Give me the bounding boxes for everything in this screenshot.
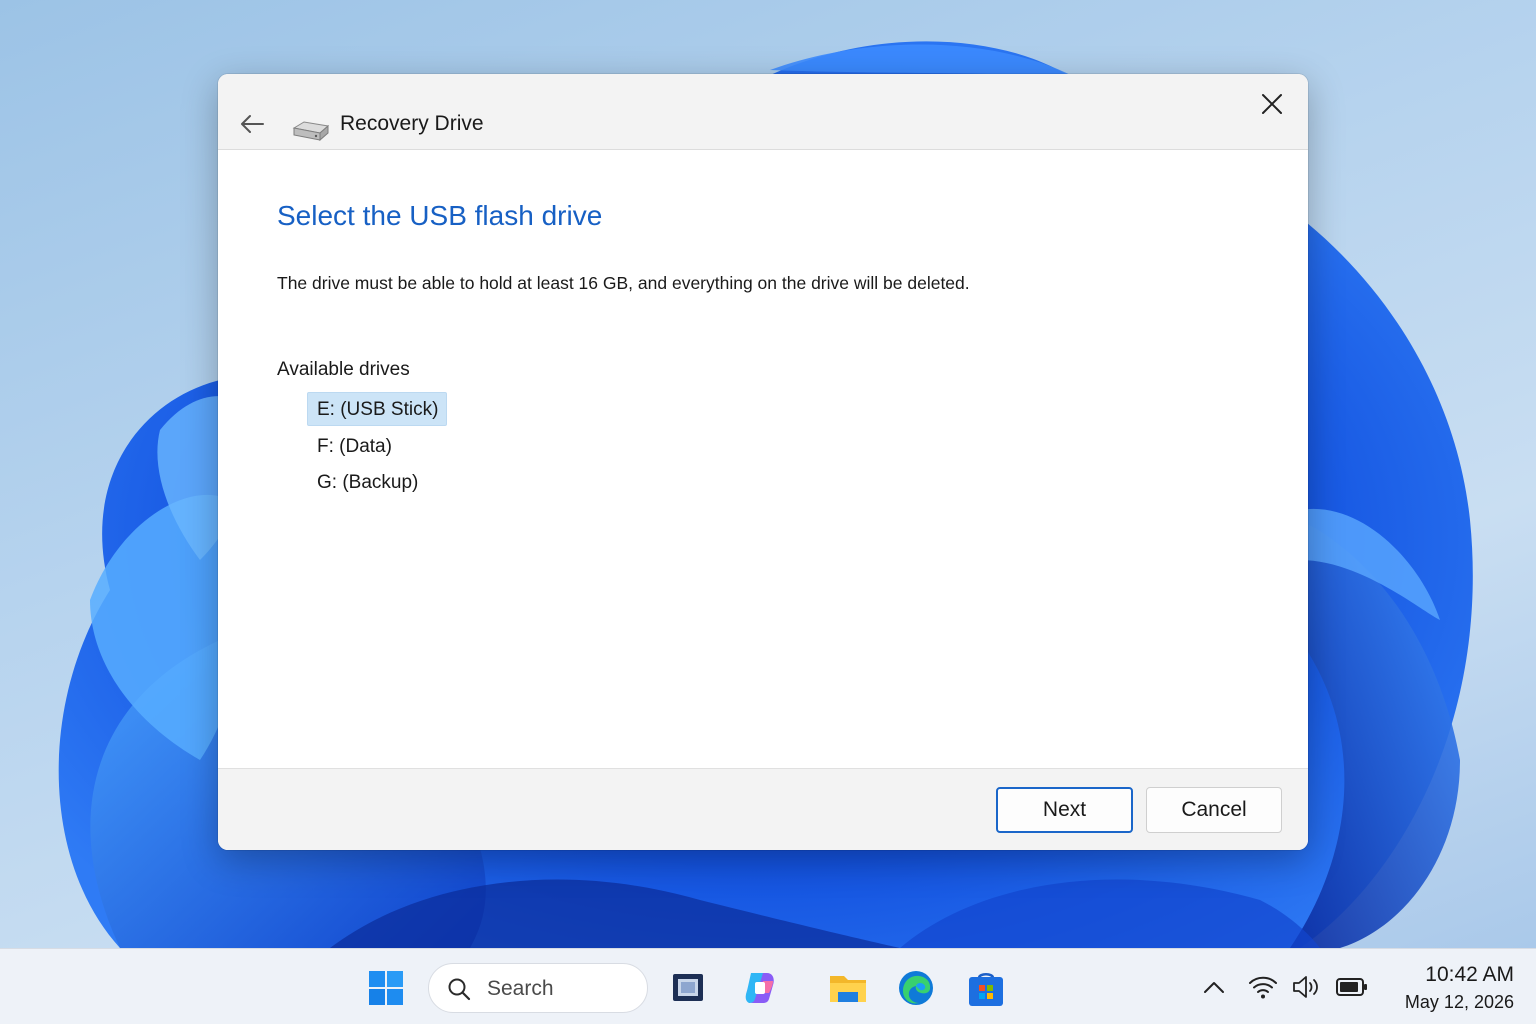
next-button[interactable]: Next <box>996 787 1133 833</box>
copilot-icon[interactable] <box>741 969 779 1007</box>
drive-item-g[interactable]: G: (Backup) <box>307 465 427 499</box>
drive-item-f[interactable]: F: (Data) <box>307 429 401 463</box>
taskbar: Search 10:42 AM May 12, 2026 <box>0 948 1536 1024</box>
page-heading: Select the USB flash drive <box>277 200 603 231</box>
close-icon <box>1262 94 1282 114</box>
cancel-button[interactable]: Cancel <box>1146 787 1282 833</box>
window-title: Recovery Drive <box>340 112 484 135</box>
system-clock[interactable]: 10:42 AM May 12, 2026 <box>1390 961 1514 1015</box>
task-view-icon[interactable] <box>671 971 705 1005</box>
dialog-footer: Next Cancel <box>218 768 1308 850</box>
edge-icon[interactable] <box>897 969 935 1007</box>
drive-icon <box>292 121 330 142</box>
windows-start-icon[interactable] <box>368 970 404 1006</box>
search-box[interactable]: Search <box>428 963 648 1013</box>
search-icon <box>448 978 471 1001</box>
store-icon[interactable] <box>966 968 1006 1008</box>
wifi-icon[interactable] <box>1247 973 1279 1001</box>
drive-list: E: (USB Stick) F: (Data) G: (Backup) <box>307 392 607 502</box>
recovery-drive-window: Recovery Drive Select the USB flash driv… <box>218 74 1308 850</box>
close-button[interactable] <box>1252 86 1292 122</box>
title-bar: Recovery Drive <box>218 74 1308 150</box>
battery-icon[interactable] <box>1335 975 1369 999</box>
clock-time: 10:42 AM <box>1425 963 1514 986</box>
chevron-up-icon[interactable] <box>1200 975 1228 1001</box>
page-description: The drive must be able to hold at least … <box>277 273 970 293</box>
volume-icon[interactable] <box>1291 973 1323 1001</box>
available-drives-label: Available drives <box>277 359 410 380</box>
clock-date: May 12, 2026 <box>1404 992 1514 1012</box>
search-placeholder: Search <box>487 977 554 1000</box>
file-explorer-icon[interactable] <box>828 970 868 1006</box>
arrow-left-icon <box>241 115 264 133</box>
drive-item-e[interactable]: E: (USB Stick) <box>307 392 448 426</box>
back-button[interactable] <box>234 106 270 142</box>
